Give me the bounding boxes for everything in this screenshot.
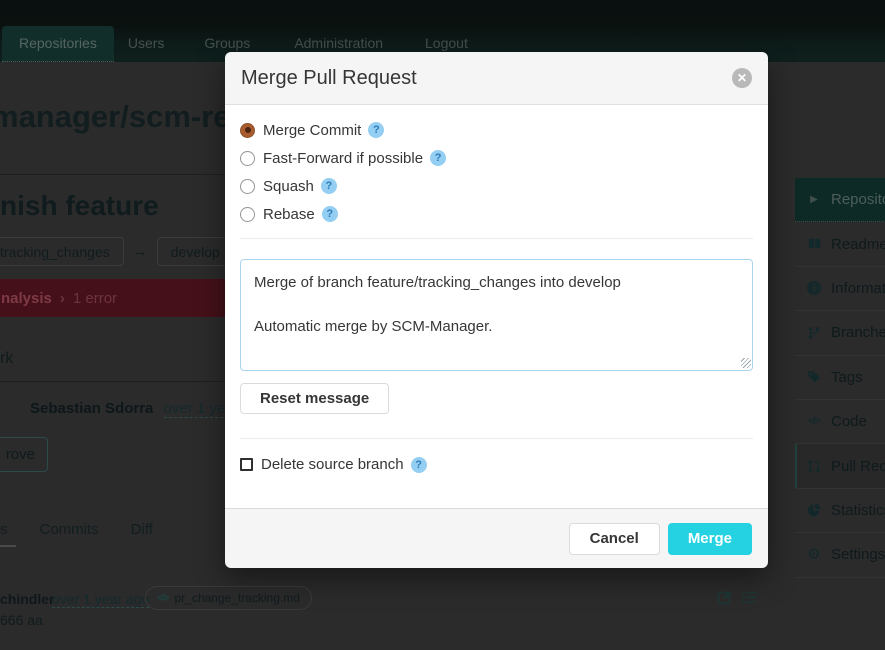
- active-tab-underline: [0, 545, 16, 547]
- pull-request-title: nish feature: [0, 190, 159, 221]
- help-icon[interactable]: ?: [410, 456, 427, 473]
- repository-sidebar: ▶ Repositories Readme i Information Bran…: [795, 178, 885, 578]
- sidebar-item-settings[interactable]: ⚙ Settings: [795, 533, 885, 578]
- info-icon: i: [806, 281, 822, 296]
- tab-commits[interactable]: Commits: [40, 521, 99, 538]
- help-icon[interactable]: ?: [320, 178, 337, 194]
- sidebar-item-label: Readme: [831, 235, 885, 253]
- analysis-error-count: 1 error: [72, 289, 118, 307]
- gear-icon: ⚙: [807, 546, 821, 564]
- reviewer-name: Sebastian Sdorra: [30, 400, 154, 417]
- commit-hash: 666 aa: [0, 612, 43, 628]
- sidebar-item-label: Tags: [831, 368, 863, 386]
- nav-tab-users[interactable]: Users: [114, 26, 179, 62]
- screen: Repositories Users Groups Administration…: [0, 0, 885, 650]
- analysis-label: nalysis: [1, 289, 52, 307]
- text-fragment: rk: [0, 350, 14, 367]
- merge-button[interactable]: Merge: [667, 522, 752, 555]
- commit-timestamp: over 1 year ago: [52, 591, 150, 608]
- commit-author: chindler: [0, 591, 55, 607]
- radio-option-fast-forward[interactable]: Fast-Forward if possible ?: [240, 147, 753, 169]
- sidebar-item-label: Settings: [831, 546, 885, 564]
- radio-label: Merge Commit: [263, 121, 362, 139]
- divider: [240, 438, 753, 439]
- merge-pull-request-modal: Merge Pull Request ✕ Merge Commit ? Fast…: [225, 52, 768, 568]
- sidebar-item-statistics[interactable]: Statistics: [795, 489, 885, 534]
- code-icon: </>: [157, 592, 170, 604]
- sidebar-item-label: Branches: [831, 324, 885, 342]
- chevron-right-icon: ›: [59, 289, 65, 307]
- pull-request-icon: [806, 459, 822, 473]
- radio-option-rebase[interactable]: Rebase ?: [240, 203, 753, 225]
- sidebar-item-label: Statistics: [831, 501, 885, 519]
- modal-footer: Cancel Merge: [225, 508, 768, 568]
- tab-diff[interactable]: Diff: [131, 521, 153, 538]
- pr-detail-tabs: s Commits Diff: [0, 521, 185, 538]
- radio-label: Fast-Forward if possible: [263, 149, 424, 167]
- delete-source-branch-option[interactable]: Delete source branch ?: [240, 456, 753, 473]
- sidebar-item-pull-requests[interactable]: Pull Requests: [795, 444, 885, 489]
- sidebar-item-label: Pull Requests: [831, 457, 885, 475]
- sidebar-item-code[interactable]: </> Code: [795, 400, 885, 445]
- radio-icon[interactable]: [240, 178, 255, 194]
- nav-tab-repositories[interactable]: Repositories: [2, 26, 114, 62]
- radio-icon[interactable]: [240, 150, 255, 166]
- code-icon: </>: [808, 416, 820, 428]
- divider: [240, 238, 753, 239]
- radio-icon[interactable]: [240, 206, 255, 222]
- sidebar-item-label: Repositories: [831, 191, 885, 209]
- commit-file-tag[interactable]: </> pr_change_tracking.md: [145, 586, 312, 610]
- help-icon[interactable]: ?: [430, 150, 447, 166]
- target-branch-tag: develop: [156, 237, 234, 266]
- source-branch-tag: tracking_changes: [0, 237, 124, 266]
- resize-grip[interactable]: [741, 358, 751, 368]
- sidebar-item-readme[interactable]: Readme: [795, 222, 885, 267]
- tag-icon: [806, 370, 822, 384]
- help-icon[interactable]: ?: [321, 206, 338, 222]
- radio-selected-icon[interactable]: [240, 122, 255, 138]
- divider: [0, 174, 225, 175]
- modal-header: Merge Pull Request ✕: [225, 52, 768, 105]
- sidebar-item-repositories[interactable]: ▶ Repositories: [795, 178, 885, 223]
- caret-right-icon: ▶: [810, 194, 818, 206]
- list-icon[interactable]: [742, 590, 758, 605]
- radio-option-squash[interactable]: Squash ?: [240, 175, 753, 197]
- book-icon: [806, 237, 822, 251]
- radio-label: Rebase: [263, 205, 315, 223]
- modal-title: Merge Pull Request: [241, 66, 417, 89]
- tab-comments[interactable]: s: [0, 521, 8, 538]
- edit-pencil-icon[interactable]: [717, 589, 733, 605]
- cancel-button[interactable]: Cancel: [568, 522, 660, 555]
- commit-message-textarea[interactable]: Merge of branch feature/tracking_changes…: [240, 259, 753, 371]
- sidebar-item-tags[interactable]: Tags: [795, 356, 885, 400]
- analysis-error-bar[interactable]: nalysis › 1 error: [0, 279, 225, 317]
- approve-button[interactable]: rove: [0, 437, 48, 472]
- branch-row: tracking_changes → develop: [0, 237, 234, 266]
- sidebar-item-information[interactable]: i Information: [795, 267, 885, 312]
- help-icon[interactable]: ?: [368, 122, 385, 138]
- close-icon[interactable]: ✕: [732, 68, 752, 88]
- sidebar-item-label: Code: [831, 413, 867, 431]
- radio-label: Squash: [263, 177, 314, 195]
- pie-chart-icon: [806, 503, 822, 517]
- modal-body: Merge Commit ? Fast-Forward if possible …: [225, 105, 768, 508]
- radio-option-merge-commit[interactable]: Merge Commit ?: [240, 119, 753, 141]
- checkbox-label: Delete source branch: [261, 456, 404, 473]
- branch-icon: [806, 326, 822, 340]
- reset-message-button[interactable]: Reset message: [240, 383, 390, 414]
- checkbox-icon[interactable]: [240, 458, 253, 471]
- sidebar-item-label: Information: [831, 279, 885, 297]
- commit-file-name: pr_change_tracking.md: [174, 591, 300, 605]
- divider: [0, 381, 225, 382]
- branch-arrow-icon: →: [132, 243, 148, 260]
- sidebar-item-branches[interactable]: Branches: [795, 311, 885, 356]
